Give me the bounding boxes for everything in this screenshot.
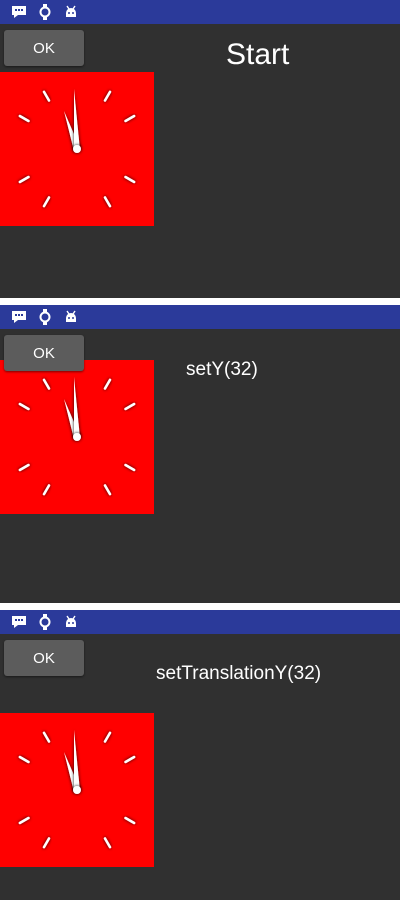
watch-icon (37, 309, 53, 325)
screen-sety: OK setY(32) (0, 305, 400, 603)
status-bar (0, 610, 400, 634)
message-icon (11, 4, 27, 20)
watch-icon (37, 4, 53, 20)
analog-clock (0, 72, 154, 226)
status-bar (0, 305, 400, 329)
clock-center (73, 786, 81, 794)
ok-button[interactable]: OK (4, 640, 84, 676)
analog-clock (0, 713, 154, 867)
status-bar (0, 0, 400, 24)
android-icon (63, 309, 79, 325)
caption-label: setTranslationY(32) (156, 663, 322, 684)
message-icon (11, 614, 27, 630)
caption-label: setY(32) (186, 359, 258, 380)
clock-center (73, 145, 81, 153)
screen-settranslationy: OK setTranslationY(32) (0, 610, 400, 900)
ok-button[interactable]: OK (4, 335, 84, 371)
android-icon (63, 614, 79, 630)
clock-center (73, 433, 81, 441)
caption-label: Start (226, 38, 290, 71)
watch-icon (37, 614, 53, 630)
analog-clock (0, 360, 154, 514)
ok-button[interactable]: OK (4, 30, 84, 66)
android-icon (63, 4, 79, 20)
message-icon (11, 309, 27, 325)
screen-start: OK Start (0, 0, 400, 298)
